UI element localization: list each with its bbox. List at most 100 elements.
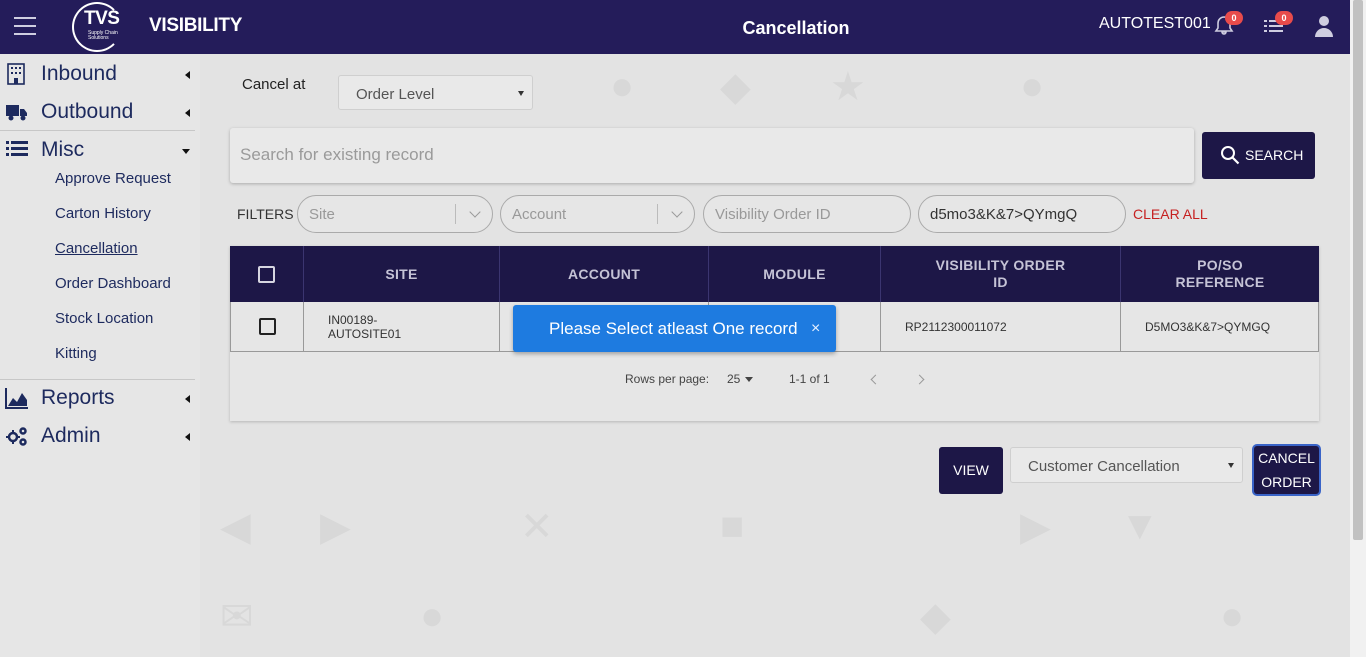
toast-message: Please Select atleast One record [549,319,798,338]
sidebar-subitem-order-dashboard[interactable]: Order Dashboard [55,275,171,292]
previous-page-icon[interactable] [870,374,881,385]
user-profile-icon[interactable] [1313,14,1339,40]
watermark-icon: ▶ [320,505,351,549]
row-checkbox[interactable] [258,318,276,335]
account-filter-placeholder: Account [512,206,567,223]
column-header-visibility-order-id[interactable]: VISIBILITY ORDER ID [881,246,1121,302]
watermark-icon: ◀ [220,505,251,549]
site-line: IN00189- [328,312,378,327]
sidebar-item-outbound[interactable]: Outbound [0,93,200,131]
top-bar: TVS Supply Chain Solutions VISIBILITY Ca… [0,0,1350,54]
cancel-at-label: Cancel at [242,76,306,93]
watermark-icon: ● [610,64,635,108]
chevron-down-icon [671,206,683,218]
sidebar-subitem-stock-location[interactable]: Stock Location [55,310,153,327]
scrollbar-thumb[interactable] [1353,0,1363,540]
column-header-account[interactable]: ACCOUNT [500,246,709,302]
sidebar-subitem-cancellation[interactable]: Cancellation [55,240,138,257]
cancellation-type-select[interactable]: Customer Cancellation [1010,447,1243,483]
sidebar-item-reports[interactable]: Reports [0,379,200,417]
watermark-icon: ● [1220,594,1245,638]
gears-icon [6,427,27,446]
column-header-module[interactable]: MODULE [709,246,881,302]
next-page-icon[interactable] [914,374,925,385]
task-list-icon[interactable]: 0 [1262,11,1293,40]
site-filter-select[interactable]: Site [297,195,493,233]
view-button[interactable]: VIEW [939,447,1003,494]
watermark-icon: ◆ [920,595,951,639]
sidebar-item-admin[interactable]: Admin [0,417,200,455]
caret-left-icon [185,395,190,403]
rows-per-page-label: Rows per page: [625,372,710,386]
vertical-scrollbar[interactable] [1350,0,1366,657]
visibility-order-id-field[interactable]: Visibility Order ID [703,195,911,233]
select-all-checkbox[interactable] [258,265,275,283]
row-checkbox-cell [231,302,304,351]
caret-left-icon [185,109,190,117]
column-header-line: PO/SO [1197,257,1243,273]
sidebar-item-misc[interactable]: Misc [0,131,200,169]
sidebar-item-label: Reports [41,386,115,409]
watermark-icon: ■ [720,504,745,548]
watermark-icon: ● [1020,64,1045,108]
rows-per-page-select[interactable]: 25 [727,372,753,386]
watermark-icon: ✉ [220,595,254,639]
site-line: AUTOSITE01 [328,326,402,341]
search-button[interactable]: SEARCH [1202,132,1315,179]
close-icon[interactable]: × [811,320,820,338]
watermark-icon: ▼ [1120,504,1160,548]
rows-per-page-value: 25 [727,372,741,386]
list-icon [6,141,28,156]
sidebar-subitem-approve-request[interactable]: Approve Request [55,170,171,187]
main-content: ● ◆ ★ ● ◀ ▶ ✕ ■ ▶ ▼ ✉ ● ◆ ● Cancel at Or… [200,54,1350,657]
tasks-badge: 0 [1275,11,1293,25]
cancel-order-line: ORDER [1261,474,1312,490]
tvs-logo[interactable]: TVS Supply Chain Solutions [72,2,128,52]
sidebar-subitem-carton-history[interactable]: Carton History [55,205,151,222]
sidebar-item-label: Misc [41,138,85,161]
hamburger-menu-icon[interactable] [14,17,36,35]
cancel-at-value: Order Level [356,86,435,103]
watermark-icon: ✕ [520,505,554,549]
cancellation-type-value: Customer Cancellation [1028,458,1180,475]
dropdown-arrow-icon [1228,463,1234,468]
cancel-order-line: CANCEL [1258,450,1315,466]
watermark-icon: ▶ [1020,505,1051,549]
sidebar-item-inbound[interactable]: Inbound [0,55,200,93]
toast-notification: Please Select atleast One record × [513,305,836,352]
chevron-down-icon [469,206,481,218]
building-icon [7,63,25,85]
po-so-reference-value: d5mo3&K&7>QYmgQ [930,206,1078,223]
area-chart-icon [5,388,28,409]
cancel-order-button[interactable]: CANCEL ORDER [1254,446,1319,494]
brand-title: VISIBILITY [149,15,243,36]
sidebar-item-label: Outbound [41,100,134,123]
cell-site: IN00189- AUTOSITE01 [304,302,500,351]
filters-label: FILTERS [237,206,294,222]
search-icon [1221,146,1240,165]
dropdown-arrow-icon [518,90,524,96]
column-header-po-so-reference[interactable]: PO/SO REFERENCE [1121,246,1319,302]
search-box [230,128,1194,183]
sidebar-subitem-kitting[interactable]: Kitting [55,345,97,362]
caret-down-icon [744,377,753,383]
search-input[interactable] [240,141,1140,169]
truck-icon [6,105,27,121]
caret-left-icon [185,71,190,79]
column-header-line: REFERENCE [1175,274,1265,290]
page-title: Cancellation [742,18,850,38]
cancel-at-select[interactable]: Order Level [338,75,533,110]
watermark-icon: ★ [830,65,866,109]
logo-subtext: Supply Chain Solutions [88,30,118,41]
column-header-site[interactable]: SITE [304,246,500,302]
logo-text: TVS [84,8,120,29]
site-filter-placeholder: Site [309,206,335,223]
clear-all-link[interactable]: CLEAR ALL [1133,206,1208,222]
watermark-icon: ◆ [720,65,751,109]
column-header-line: ID [993,274,1008,290]
notifications-bell-icon[interactable]: 0 [1212,11,1243,40]
username[interactable]: AUTOTEST001 [1099,15,1211,33]
po-so-reference-field[interactable]: d5mo3&K&7>QYmgQ [918,195,1126,233]
pagination-range: 1-1 of 1 [789,372,830,386]
account-filter-select[interactable]: Account [500,195,695,233]
